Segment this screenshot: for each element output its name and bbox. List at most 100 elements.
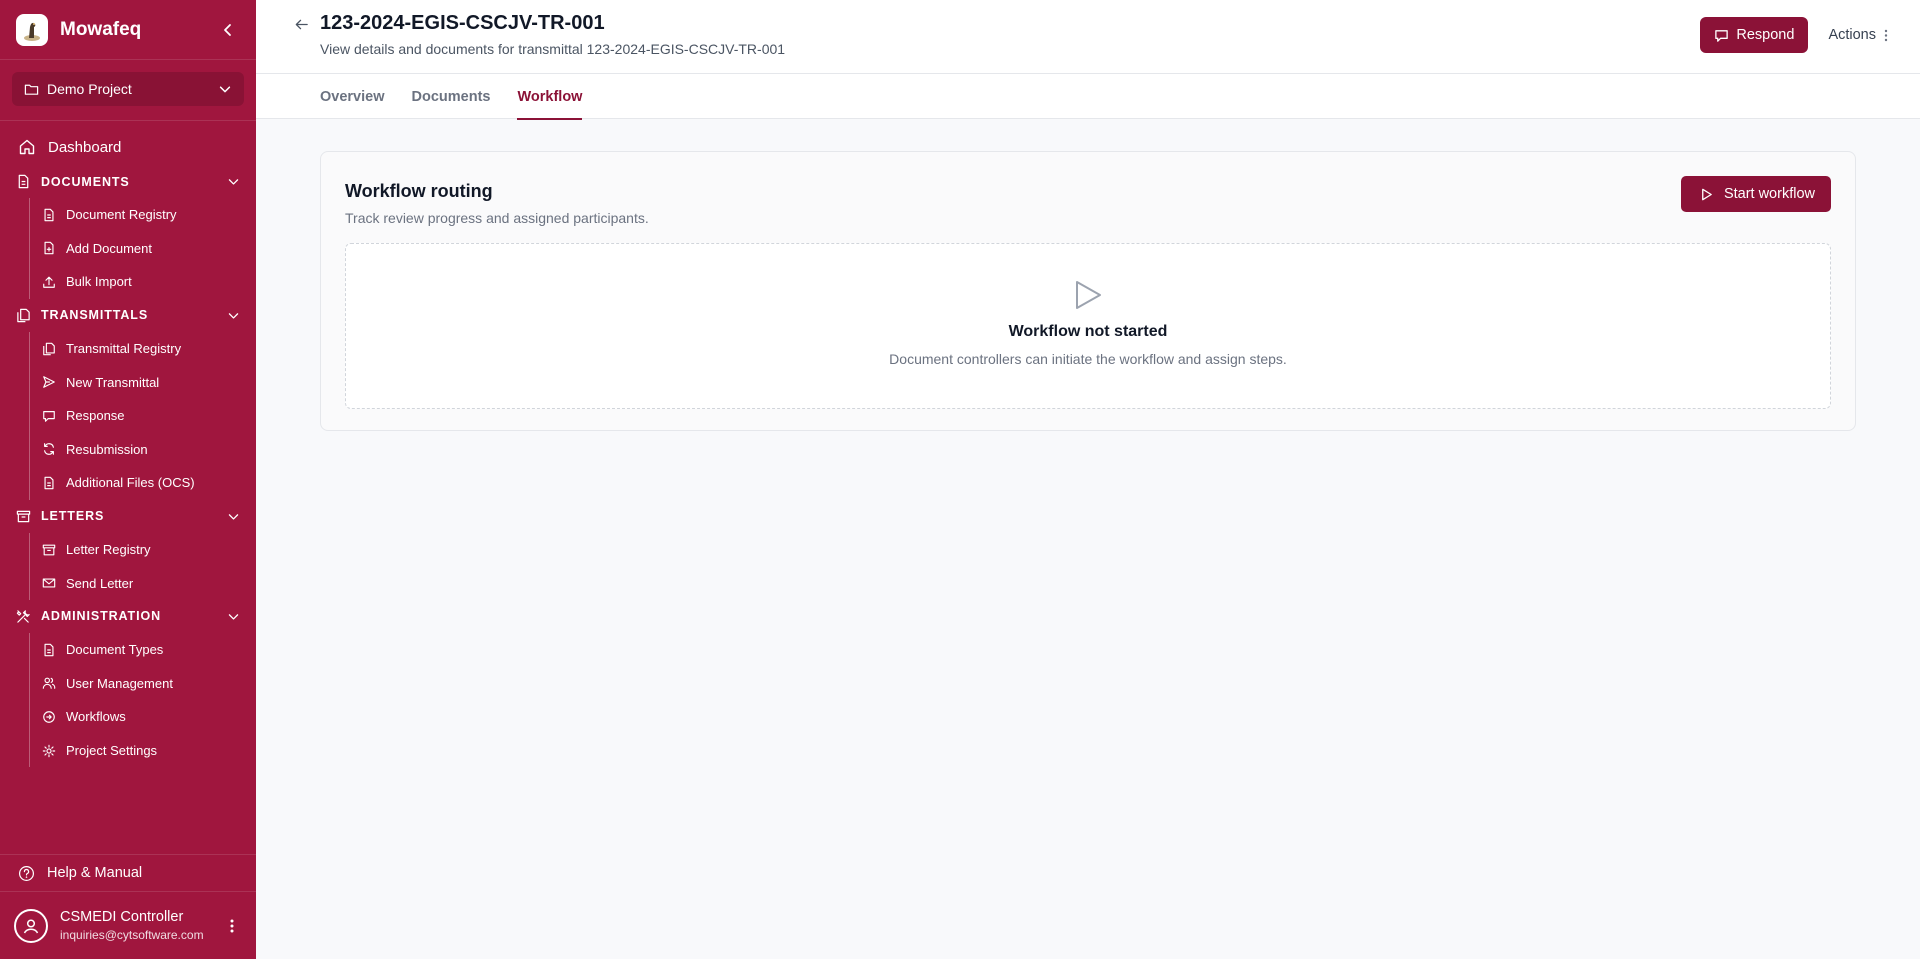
gear-icon bbox=[42, 744, 56, 757]
user-name: CSMEDI Controller bbox=[60, 909, 184, 925]
page-title: 123-2024-EGIS-CSCJV-TR-001 bbox=[320, 12, 605, 34]
chevron-down-icon bbox=[228, 614, 239, 620]
sidebar-item-label: Document Registry bbox=[66, 207, 177, 223]
sidebar-item-label: Additional Files (OCS) bbox=[66, 475, 195, 491]
home-icon bbox=[19, 139, 35, 155]
sidebar-item-response[interactable]: Response bbox=[30, 399, 256, 433]
mail-icon bbox=[42, 578, 56, 588]
sidebar-item-label: Dashboard bbox=[48, 138, 122, 156]
sidebar-item-user-management[interactable]: User Management bbox=[30, 667, 256, 701]
file-plus-icon bbox=[44, 242, 54, 255]
upload-icon bbox=[43, 276, 55, 288]
sidebar-item-label: Letter Registry bbox=[66, 542, 151, 558]
sidebar-item-workflows[interactable]: Workflows bbox=[30, 700, 256, 734]
section-administration[interactable]: ADMINISTRATION bbox=[0, 600, 256, 633]
collapse-sidebar-button[interactable] bbox=[216, 18, 240, 42]
card-subtitle: Track review progress and assigned parti… bbox=[345, 210, 649, 226]
send-icon bbox=[43, 376, 55, 388]
archive-icon bbox=[42, 544, 56, 555]
tab-workflow[interactable]: Workflow bbox=[517, 74, 582, 120]
archive-icon bbox=[16, 510, 31, 523]
sidebar-item-transmittal-registry[interactable]: Transmittal Registry bbox=[30, 332, 256, 366]
sidebar-item-add-document[interactable]: Add Document bbox=[30, 232, 256, 266]
avatar bbox=[14, 908, 48, 943]
page-subtitle: View details and documents for transmitt… bbox=[320, 41, 786, 57]
project-selector-label: Demo Project bbox=[47, 81, 132, 97]
users-icon bbox=[42, 677, 56, 690]
user-profile: CSMEDI Controller inquiries@cytsoftware.… bbox=[0, 891, 256, 959]
transmittals-sublist: Transmittal Registry New Transmittal Res… bbox=[29, 331, 256, 500]
section-title: LETTERS bbox=[41, 509, 105, 524]
more-vertical-icon bbox=[1884, 29, 1888, 41]
actions-label: Actions bbox=[1828, 27, 1876, 43]
back-button[interactable] bbox=[288, 13, 314, 35]
sidebar-item-bulk-import[interactable]: Bulk Import bbox=[30, 265, 256, 299]
message-icon bbox=[43, 410, 55, 422]
chevron-left-icon bbox=[224, 23, 231, 36]
section-documents[interactable]: DOCUMENTS bbox=[0, 165, 256, 198]
sidebar-item-dashboard[interactable]: Dashboard bbox=[0, 129, 256, 165]
sidebar-item-additional-files[interactable]: Additional Files (OCS) bbox=[30, 466, 256, 500]
section-transmittals[interactable]: TRANSMITTALS bbox=[0, 299, 256, 332]
respond-button[interactable]: Respond bbox=[1700, 17, 1809, 53]
file-icon bbox=[18, 174, 29, 189]
app-logo bbox=[16, 13, 48, 46]
help-manual-link[interactable]: Help & Manual bbox=[0, 855, 256, 891]
sidebar-item-label: New Transmittal bbox=[66, 374, 160, 390]
user-icon bbox=[23, 918, 39, 933]
brand-header: Mowafeq bbox=[0, 0, 256, 60]
help-circle-icon bbox=[18, 865, 35, 881]
start-workflow-button[interactable]: Start workflow bbox=[1680, 176, 1831, 212]
administration-sublist: Document Types User Management Workflows… bbox=[29, 632, 256, 768]
refresh-icon bbox=[44, 443, 54, 456]
actions-menu-button[interactable]: Actions bbox=[1808, 17, 1888, 53]
sidebar-nav: Dashboard DOCUMENTS Document Registry Ad… bbox=[0, 121, 256, 854]
letters-sublist: Letter Registry Send Letter bbox=[29, 532, 256, 600]
section-title: TRANSMITTALS bbox=[41, 308, 149, 323]
empty-state-title: Workflow not started bbox=[1008, 323, 1168, 340]
section-title: DOCUMENTS bbox=[41, 174, 130, 189]
sidebar-item-label: Send Letter bbox=[66, 575, 134, 591]
play-icon bbox=[1702, 188, 1712, 200]
play-icon bbox=[1076, 281, 1101, 309]
tab-bar: Overview Documents Workflow bbox=[256, 73, 1920, 120]
tab-overview[interactable]: Overview bbox=[320, 74, 385, 119]
app-name: Mowafeq bbox=[60, 18, 142, 40]
sidebar-item-label: Bulk Import bbox=[66, 274, 132, 290]
sidebar-item-document-registry[interactable]: Document Registry bbox=[30, 198, 256, 232]
sidebar-item-letter-registry[interactable]: Letter Registry bbox=[30, 533, 256, 567]
sidebar-item-label: Document Types bbox=[66, 642, 164, 658]
user-menu-button[interactable] bbox=[222, 918, 242, 934]
respond-label: Respond bbox=[1736, 27, 1795, 43]
sidebar-item-project-settings[interactable]: Project Settings bbox=[30, 734, 256, 768]
sidebar: Mowafeq Demo Project Dashboard DOCUMENTS… bbox=[0, 0, 256, 959]
documents-sublist: Document Registry Add Document Bulk Impo… bbox=[29, 198, 256, 299]
section-letters[interactable]: LETTERS bbox=[0, 500, 256, 533]
sidebar-item-label: Transmittal Registry bbox=[66, 341, 182, 357]
file-icon bbox=[44, 643, 54, 656]
sidebar-item-new-transmittal[interactable]: New Transmittal bbox=[30, 365, 256, 399]
message-icon bbox=[1715, 29, 1729, 42]
workflow-routing-card: Workflow routing Track review progress a… bbox=[320, 151, 1856, 431]
folder-icon bbox=[24, 84, 39, 95]
card-title: Workflow routing bbox=[345, 181, 493, 201]
sidebar-item-label: Response bbox=[66, 408, 125, 424]
files-icon bbox=[43, 342, 55, 355]
tools-icon bbox=[16, 610, 30, 623]
sidebar-item-document-types[interactable]: Document Types bbox=[30, 633, 256, 667]
file-icon bbox=[44, 476, 54, 490]
sidebar-item-label: User Management bbox=[66, 675, 173, 691]
start-workflow-label: Start workflow bbox=[1723, 186, 1815, 202]
files-icon bbox=[17, 308, 30, 322]
section-title: ADMINISTRATION bbox=[41, 609, 161, 624]
sidebar-item-label: Workflows bbox=[66, 709, 126, 725]
chevron-down-icon bbox=[228, 313, 239, 319]
project-selector[interactable]: Demo Project bbox=[12, 72, 244, 106]
sidebar-item-send-letter[interactable]: Send Letter bbox=[30, 566, 256, 600]
tab-documents[interactable]: Documents bbox=[412, 74, 491, 119]
user-email: inquiries@cytsoftware.com bbox=[60, 928, 204, 942]
sidebar-item-resubmission[interactable]: Resubmission bbox=[30, 433, 256, 467]
chevron-down-icon bbox=[228, 513, 239, 520]
chevron-down-icon bbox=[228, 179, 239, 185]
workflow-icon bbox=[43, 711, 55, 723]
